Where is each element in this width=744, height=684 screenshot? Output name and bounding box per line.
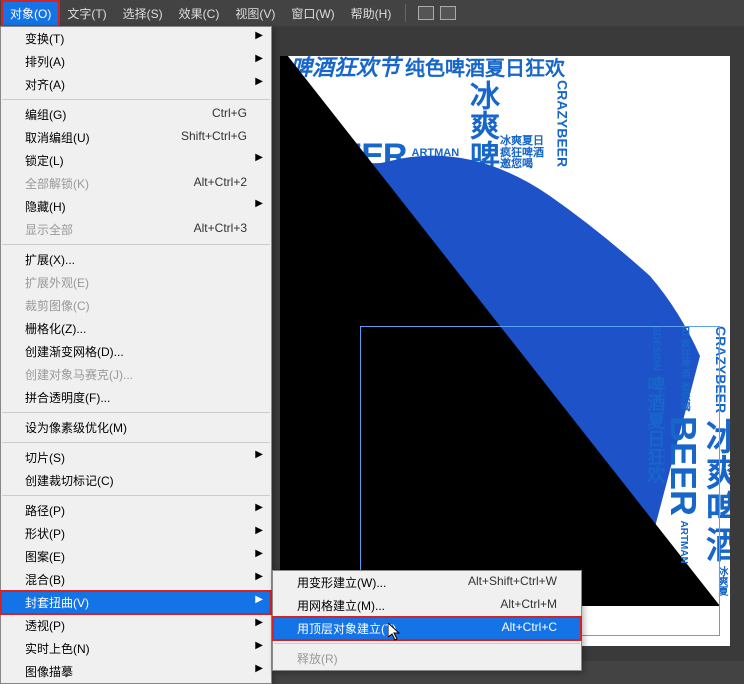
envelope-submenu: 用变形建立(W)...Alt+Shift+Ctrl+W用网格建立(M)...Al… [272,570,582,671]
menu-item[interactable]: 图像描摹▶ [1,660,271,683]
submenu-arrow-icon: ▶ [255,198,263,209]
menu-object[interactable]: 对象(O) [2,1,59,26]
menu-item[interactable]: 变换(T)▶ [1,27,271,50]
menu-item[interactable]: 设为像素级优化(M) [1,416,271,439]
submenu-arrow-icon: ▶ [255,594,263,605]
menu-item[interactable]: 封套扭曲(V)▶ [1,591,271,614]
menu-item[interactable]: 混合(B)▶ [1,568,271,591]
menu-item[interactable]: 切片(S)▶ [1,446,271,469]
menu-item[interactable]: 用变形建立(W)...Alt+Shift+Ctrl+W [273,571,581,594]
menu-item[interactable]: 用网格建立(M)...Alt+Ctrl+M [273,594,581,617]
menu-effect[interactable]: 效果(C) [171,1,228,26]
menu-item[interactable]: 实时上色(N)▶ [1,637,271,660]
menu-type[interactable]: 文字(T) [59,1,114,26]
menu-item[interactable]: 透视(P)▶ [1,614,271,637]
doc-arrange-icon[interactable] [418,6,434,20]
mouse-cursor [388,623,404,648]
menu-item[interactable]: 栅格化(Z)... [1,317,271,340]
menu-item: 释放(R) [273,647,581,670]
menu-item[interactable]: 用顶层对象建立(T)Alt+Ctrl+C [273,617,581,640]
menu-item[interactable]: 对齐(A)▶ [1,73,271,96]
menu-item[interactable]: 拼合透明度(F)... [1,386,271,409]
submenu-arrow-icon: ▶ [255,640,263,651]
menu-item[interactable]: 隐藏(H)▶ [1,195,271,218]
submenu-arrow-icon: ▶ [255,571,263,582]
submenu-arrow-icon: ▶ [255,502,263,513]
menu-item[interactable]: 取消编组(U)Shift+Ctrl+G [1,126,271,149]
submenu-arrow-icon: ▶ [255,617,263,628]
menu-item[interactable]: 排列(A)▶ [1,50,271,73]
submenu-arrow-icon: ▶ [255,525,263,536]
menu-select[interactable]: 选择(S) [115,1,171,26]
menu-item[interactable]: 路径(P)▶ [1,499,271,522]
menu-item: 显示全部Alt+Ctrl+3 [1,218,271,241]
submenu-arrow-icon: ▶ [255,76,263,87]
menu-item[interactable]: 锁定(L)▶ [1,149,271,172]
artboard: 啤酒狂欢节 纯色啤酒夏日狂欢 疯凉狂爽 BEER ARTMANSDESIGN 冰… [280,56,730,646]
submenu-arrow-icon: ▶ [255,30,263,41]
menu-item[interactable]: 创建裁切标记(C) [1,469,271,492]
menu-item: 裁剪图像(C) [1,294,271,317]
menu-item: 扩展外观(E) [1,271,271,294]
submenu-arrow-icon: ▶ [255,53,263,64]
submenu-arrow-icon: ▶ [255,152,263,163]
menu-item: 创建对象马赛克(J)... [1,363,271,386]
menu-item: 全部解锁(K)Alt+Ctrl+2 [1,172,271,195]
menu-view[interactable]: 视图(V) [227,1,283,26]
menu-item[interactable]: 创建渐变网格(D)... [1,340,271,363]
submenu-arrow-icon: ▶ [255,663,263,674]
submenu-arrow-icon: ▶ [255,548,263,559]
menu-item[interactable]: 形状(P)▶ [1,522,271,545]
toolbar-doc-icons [412,6,456,20]
menu-window[interactable]: 窗口(W) [283,1,342,26]
menubar: 对象(O) 文字(T) 选择(S) 效果(C) 视图(V) 窗口(W) 帮助(H… [0,0,744,26]
menu-item[interactable]: 编组(G)Ctrl+G [1,103,271,126]
object-menu-dropdown: 变换(T)▶排列(A)▶对齐(A)▶ 编组(G)Ctrl+G取消编组(U)Shif… [0,26,272,684]
menu-item[interactable]: 图案(E)▶ [1,545,271,568]
submenu-arrow-icon: ▶ [255,449,263,460]
menu-help[interactable]: 帮助(H) [343,1,400,26]
menu-item[interactable]: 扩展(X)... [1,248,271,271]
doc-arrange-icon[interactable] [440,6,456,20]
